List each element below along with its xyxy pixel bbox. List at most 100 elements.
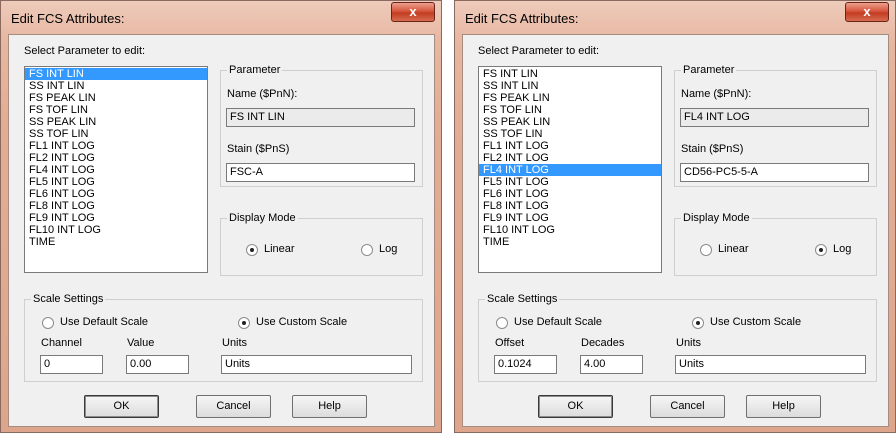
name-label: Name ($PnN):	[227, 88, 298, 100]
display-mode-group: Display Mode Linear Log	[220, 211, 423, 276]
list-item[interactable]: FL5 INT LOG	[479, 176, 661, 188]
list-item[interactable]: FL4 INT LOG	[25, 164, 207, 176]
scale-settings-group: Scale Settings Use Default Scale Use Cus…	[24, 292, 423, 382]
custom-scale-label[interactable]: Use Custom Scale	[256, 316, 347, 328]
scale-settings-title: Scale Settings	[31, 292, 106, 306]
list-item[interactable]: SS INT LIN	[25, 80, 207, 92]
list-item[interactable]: FL8 INT LOG	[25, 200, 207, 212]
log-label[interactable]: Log	[833, 243, 851, 255]
log-radio[interactable]	[815, 244, 827, 256]
name-field[interactable]: FL4 INT LOG	[680, 108, 869, 127]
default-scale-radio[interactable]	[42, 317, 54, 329]
units-field[interactable]: Units	[221, 355, 412, 374]
ok-button[interactable]: OK	[84, 395, 159, 418]
log-label[interactable]: Log	[379, 243, 397, 255]
display-mode-title: Display Mode	[681, 211, 752, 225]
default-scale-label[interactable]: Use Default Scale	[60, 316, 148, 328]
scale-settings-title: Scale Settings	[485, 292, 560, 306]
list-item[interactable]: FL9 INT LOG	[25, 212, 207, 224]
decades-label: Decades	[581, 337, 625, 349]
list-item[interactable]: FL10 INT LOG	[479, 224, 661, 236]
parameter-listbox[interactable]: FS INT LIN SS INT LIN FS PEAK LIN FS TOF LI…	[24, 66, 208, 273]
edit-fcs-dialog-2: Edit FCS Attributes: x Select Parameter …	[454, 0, 896, 433]
list-item[interactable]: FL2 INT LOG	[479, 152, 661, 164]
list-item[interactable]: FS PEAK LIN	[25, 92, 207, 104]
linear-label[interactable]: Linear	[718, 243, 749, 255]
linear-label[interactable]: Linear	[264, 243, 295, 255]
list-item[interactable]: FL1 INT LOG	[479, 140, 661, 152]
list-item[interactable]: SS INT LIN	[479, 80, 661, 92]
title-bar[interactable]: Edit FCS Attributes: x	[455, 1, 895, 35]
list-item[interactable]: FL6 INT LOG	[479, 188, 661, 200]
select-parameter-label: Select Parameter to edit:	[24, 45, 146, 57]
log-radio[interactable]	[361, 244, 373, 256]
dialog-client-area: Select Parameter to edit: FS INT LIN SS I…	[462, 34, 889, 427]
list-item[interactable]: SS TOF LIN	[25, 128, 207, 140]
parameter-group-title: Parameter	[681, 63, 737, 77]
list-item[interactable]: SS PEAK LIN	[25, 116, 207, 128]
value-field[interactable]: 0.00	[126, 355, 189, 374]
help-button[interactable]: Help	[746, 395, 821, 418]
offset-field[interactable]: 0.1024	[494, 355, 557, 374]
default-scale-label[interactable]: Use Default Scale	[514, 316, 602, 328]
scale-settings-group: Scale Settings Use Default Scale Use Cus…	[478, 292, 877, 382]
list-item[interactable]: SS PEAK LIN	[479, 116, 661, 128]
list-item[interactable]: FL1 INT LOG	[25, 140, 207, 152]
display-mode-group: Display Mode Linear Log	[674, 211, 877, 276]
parameter-group: Parameter Name ($PnN): FL4 INT LOG Stain…	[674, 63, 877, 187]
units-label: Units	[676, 337, 702, 349]
channel-field[interactable]: 0	[40, 355, 103, 374]
list-item[interactable]: FS TOF LIN	[25, 104, 207, 116]
title-bar[interactable]: Edit FCS Attributes: x	[1, 1, 441, 35]
close-button[interactable]: x	[845, 2, 889, 22]
name-label: Name ($PnN):	[681, 88, 752, 100]
cancel-button[interactable]: Cancel	[196, 395, 271, 418]
parameter-group-title: Parameter	[227, 63, 283, 77]
units-field[interactable]: Units	[675, 355, 866, 374]
parameter-group: Parameter Name ($PnN): FS INT LIN Stain …	[220, 63, 423, 187]
close-button[interactable]: x	[391, 2, 435, 22]
name-field[interactable]: FS INT LIN	[226, 108, 415, 127]
custom-scale-label[interactable]: Use Custom Scale	[710, 316, 801, 328]
custom-scale-radio[interactable]	[692, 317, 704, 329]
list-item[interactable]: FL9 INT LOG	[479, 212, 661, 224]
cancel-button[interactable]: Cancel	[650, 395, 725, 418]
edit-fcs-dialog-1: Edit FCS Attributes: x Select Parameter …	[0, 0, 442, 433]
list-item[interactable]: FS INT LIN	[25, 68, 207, 80]
linear-radio[interactable]	[700, 244, 712, 256]
list-item[interactable]: FS INT LIN	[479, 68, 661, 80]
list-item[interactable]: FS PEAK LIN	[479, 92, 661, 104]
stain-field[interactable]: FSC-A	[226, 163, 415, 182]
value-label: Value	[127, 337, 155, 349]
list-item[interactable]: FL8 INT LOG	[479, 200, 661, 212]
linear-radio[interactable]	[246, 244, 258, 256]
stain-label: Stain ($PnS)	[681, 143, 744, 155]
dialog-title: Edit FCS Attributes:	[465, 11, 579, 26]
stain-label: Stain ($PnS)	[227, 143, 290, 155]
offset-label: Offset	[495, 337, 525, 349]
help-button[interactable]: Help	[292, 395, 367, 418]
list-item[interactable]: TIME	[25, 236, 207, 248]
custom-scale-radio[interactable]	[238, 317, 250, 329]
parameter-listbox[interactable]: FS INT LIN SS INT LIN FS PEAK LIN FS TOF LI…	[478, 66, 662, 273]
list-item[interactable]: TIME	[479, 236, 661, 248]
dialog-client-area: Select Parameter to edit: FS INT LIN SS I…	[8, 34, 435, 427]
list-item[interactable]: FL2 INT LOG	[25, 152, 207, 164]
list-item[interactable]: FL6 INT LOG	[25, 188, 207, 200]
dialog-title: Edit FCS Attributes:	[11, 11, 125, 26]
list-item[interactable]: FL4 INT LOG	[479, 164, 661, 176]
list-item[interactable]: FS TOF LIN	[479, 104, 661, 116]
list-item[interactable]: FL5 INT LOG	[25, 176, 207, 188]
stain-field[interactable]: CD56-PC5-5-A	[680, 163, 869, 182]
list-item[interactable]: FL10 INT LOG	[25, 224, 207, 236]
close-icon: x	[863, 4, 871, 19]
units-label: Units	[222, 337, 248, 349]
decades-field[interactable]: 4.00	[580, 355, 643, 374]
display-mode-title: Display Mode	[227, 211, 298, 225]
select-parameter-label: Select Parameter to edit:	[478, 45, 600, 57]
ok-button[interactable]: OK	[538, 395, 613, 418]
default-scale-radio[interactable]	[496, 317, 508, 329]
list-item[interactable]: SS TOF LIN	[479, 128, 661, 140]
channel-label: Channel	[41, 337, 82, 349]
close-icon: x	[409, 4, 417, 19]
